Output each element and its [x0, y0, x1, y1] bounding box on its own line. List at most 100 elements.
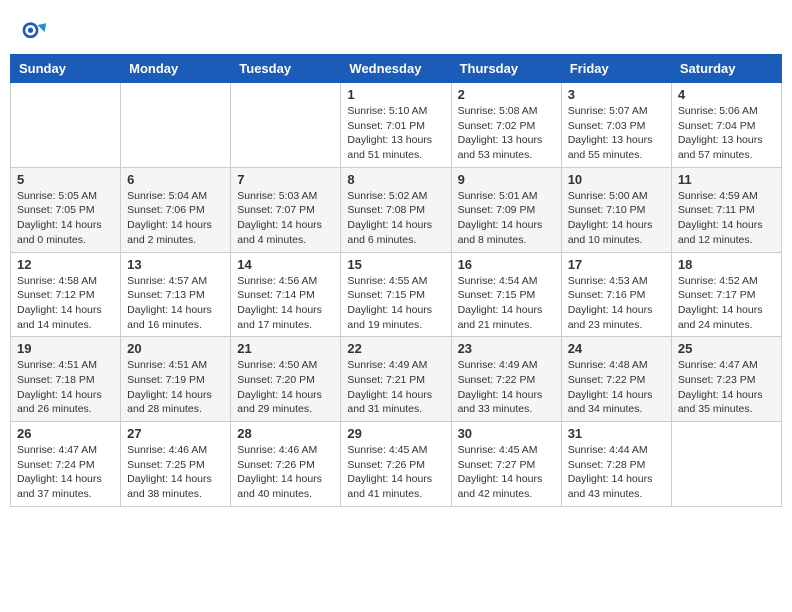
- calendar-cell: 23 Sunrise: 4:49 AMSunset: 7:22 PMDayligh…: [451, 337, 561, 422]
- day-info: Sunrise: 4:47 AMSunset: 7:23 PMDaylight:…: [678, 358, 775, 417]
- day-number: 3: [568, 87, 665, 102]
- calendar-cell: 20 Sunrise: 4:51 AMSunset: 7:19 PMDayligh…: [121, 337, 231, 422]
- day-number: 24: [568, 341, 665, 356]
- day-number: 29: [347, 426, 444, 441]
- day-info: Sunrise: 4:57 AMSunset: 7:13 PMDaylight:…: [127, 274, 224, 333]
- day-number: 19: [17, 341, 114, 356]
- day-number: 18: [678, 257, 775, 272]
- calendar-cell: [671, 422, 781, 507]
- day-number: 1: [347, 87, 444, 102]
- day-number: 15: [347, 257, 444, 272]
- day-info: Sunrise: 4:50 AMSunset: 7:20 PMDaylight:…: [237, 358, 334, 417]
- day-info: Sunrise: 5:00 AMSunset: 7:10 PMDaylight:…: [568, 189, 665, 248]
- day-number: 10: [568, 172, 665, 187]
- calendar-cell: 3 Sunrise: 5:07 AMSunset: 7:03 PMDaylight…: [561, 83, 671, 168]
- day-header-wednesday: Wednesday: [341, 55, 451, 83]
- week-row-5: 26 Sunrise: 4:47 AMSunset: 7:24 PMDayligh…: [11, 422, 782, 507]
- day-number: 8: [347, 172, 444, 187]
- calendar-table: SundayMondayTuesdayWednesdayThursdayFrid…: [10, 54, 782, 507]
- day-info: Sunrise: 4:49 AMSunset: 7:21 PMDaylight:…: [347, 358, 444, 417]
- day-number: 26: [17, 426, 114, 441]
- day-number: 23: [458, 341, 555, 356]
- calendar-cell: 14 Sunrise: 4:56 AMSunset: 7:14 PMDayligh…: [231, 252, 341, 337]
- day-info: Sunrise: 4:47 AMSunset: 7:24 PMDaylight:…: [17, 443, 114, 502]
- calendar-cell: 22Sunrise: 4:49 AMSunset: 7:21 PMDayligh…: [341, 337, 451, 422]
- calendar-cell: 8 Sunrise: 5:02 AMSunset: 7:08 PMDaylight…: [341, 167, 451, 252]
- day-number: 25: [678, 341, 775, 356]
- day-number: 13: [127, 257, 224, 272]
- calendar-cell: 1 Sunrise: 5:10 AMSunset: 7:01 PMDaylight…: [341, 83, 451, 168]
- calendar-cell: 18 Sunrise: 4:52 AMSunset: 7:17 PMDayligh…: [671, 252, 781, 337]
- calendar-cell: 29 Sunrise: 4:45 AMSunset: 7:26 PMDayligh…: [341, 422, 451, 507]
- day-number: 14: [237, 257, 334, 272]
- logo-icon: [20, 18, 48, 46]
- calendar-cell: 6Sunrise: 5:04 AMSunset: 7:06 PMDaylight…: [121, 167, 231, 252]
- day-info: Sunrise: 5:10 AMSunset: 7:01 PMDaylight:…: [347, 104, 444, 163]
- day-info: Sunrise: 5:03 AMSunset: 7:07 PMDaylight:…: [237, 189, 334, 248]
- day-number: 21: [237, 341, 334, 356]
- calendar-cell: 5 Sunrise: 5:05 AMSunset: 7:05 PMDaylight…: [11, 167, 121, 252]
- calendar-cell: 15 Sunrise: 4:55 AMSunset: 7:15 PMDayligh…: [341, 252, 451, 337]
- week-row-2: 5 Sunrise: 5:05 AMSunset: 7:05 PMDaylight…: [11, 167, 782, 252]
- calendar-cell: 31 Sunrise: 4:44 AMSunset: 7:28 PMDayligh…: [561, 422, 671, 507]
- calendar-cell: 17Sunrise: 4:53 AMSunset: 7:16 PMDayligh…: [561, 252, 671, 337]
- day-info: Sunrise: 4:49 AMSunset: 7:22 PMDaylight:…: [458, 358, 555, 417]
- day-info: Sunrise: 4:51 AMSunset: 7:19 PMDaylight:…: [127, 358, 224, 417]
- day-info: Sunrise: 4:46 AMSunset: 7:25 PMDaylight:…: [127, 443, 224, 502]
- day-info: Sunrise: 4:55 AMSunset: 7:15 PMDaylight:…: [347, 274, 444, 333]
- calendar-cell: 12Sunrise: 4:58 AMSunset: 7:12 PMDayligh…: [11, 252, 121, 337]
- calendar-cell: 13 Sunrise: 4:57 AMSunset: 7:13 PMDayligh…: [121, 252, 231, 337]
- day-info: Sunrise: 4:56 AMSunset: 7:14 PMDaylight:…: [237, 274, 334, 333]
- day-info: Sunrise: 4:48 AMSunset: 7:22 PMDaylight:…: [568, 358, 665, 417]
- day-number: 5: [17, 172, 114, 187]
- day-number: 31: [568, 426, 665, 441]
- week-row-3: 12Sunrise: 4:58 AMSunset: 7:12 PMDayligh…: [11, 252, 782, 337]
- day-number: 4: [678, 87, 775, 102]
- week-row-1: 1 Sunrise: 5:10 AMSunset: 7:01 PMDaylight…: [11, 83, 782, 168]
- day-number: 28: [237, 426, 334, 441]
- day-info: Sunrise: 5:08 AMSunset: 7:02 PMDaylight:…: [458, 104, 555, 163]
- calendar-cell: 21 Sunrise: 4:50 AMSunset: 7:20 PMDayligh…: [231, 337, 341, 422]
- day-number: 11: [678, 172, 775, 187]
- day-info: Sunrise: 4:54 AMSunset: 7:15 PMDaylight:…: [458, 274, 555, 333]
- calendar-cell: 9Sunrise: 5:01 AMSunset: 7:09 PMDaylight…: [451, 167, 561, 252]
- calendar-cell: 26 Sunrise: 4:47 AMSunset: 7:24 PMDayligh…: [11, 422, 121, 507]
- day-number: 2: [458, 87, 555, 102]
- calendar-cell: 11 Sunrise: 4:59 AMSunset: 7:11 PMDayligh…: [671, 167, 781, 252]
- day-number: 30: [458, 426, 555, 441]
- day-info: Sunrise: 5:07 AMSunset: 7:03 PMDaylight:…: [568, 104, 665, 163]
- logo: [20, 18, 52, 46]
- day-number: 7: [237, 172, 334, 187]
- day-info: Sunrise: 4:46 AMSunset: 7:26 PMDaylight:…: [237, 443, 334, 502]
- day-info: Sunrise: 4:59 AMSunset: 7:11 PMDaylight:…: [678, 189, 775, 248]
- day-info: Sunrise: 4:58 AMSunset: 7:12 PMDaylight:…: [17, 274, 114, 333]
- calendar-cell: [11, 83, 121, 168]
- header-row: SundayMondayTuesdayWednesdayThursdayFrid…: [11, 55, 782, 83]
- calendar-cell: 27 Sunrise: 4:46 AMSunset: 7:25 PMDayligh…: [121, 422, 231, 507]
- day-info: Sunrise: 4:51 AMSunset: 7:18 PMDaylight:…: [17, 358, 114, 417]
- day-number: 9: [458, 172, 555, 187]
- day-number: 20: [127, 341, 224, 356]
- day-number: 16: [458, 257, 555, 272]
- day-header-tuesday: Tuesday: [231, 55, 341, 83]
- calendar-cell: 4 Sunrise: 5:06 AMSunset: 7:04 PMDaylight…: [671, 83, 781, 168]
- day-info: Sunrise: 5:05 AMSunset: 7:05 PMDaylight:…: [17, 189, 114, 248]
- calendar-cell: 24 Sunrise: 4:48 AMSunset: 7:22 PMDayligh…: [561, 337, 671, 422]
- day-info: Sunrise: 5:02 AMSunset: 7:08 PMDaylight:…: [347, 189, 444, 248]
- calendar-cell: 2 Sunrise: 5:08 AMSunset: 7:02 PMDaylight…: [451, 83, 561, 168]
- day-info: Sunrise: 4:45 AMSunset: 7:27 PMDaylight:…: [458, 443, 555, 502]
- calendar-cell: 10 Sunrise: 5:00 AMSunset: 7:10 PMDayligh…: [561, 167, 671, 252]
- day-info: Sunrise: 4:52 AMSunset: 7:17 PMDaylight:…: [678, 274, 775, 333]
- day-info: Sunrise: 4:45 AMSunset: 7:26 PMDaylight:…: [347, 443, 444, 502]
- day-header-saturday: Saturday: [671, 55, 781, 83]
- day-header-thursday: Thursday: [451, 55, 561, 83]
- day-header-sunday: Sunday: [11, 55, 121, 83]
- day-info: Sunrise: 4:44 AMSunset: 7:28 PMDaylight:…: [568, 443, 665, 502]
- day-header-friday: Friday: [561, 55, 671, 83]
- day-number: 27: [127, 426, 224, 441]
- calendar-cell: 30 Sunrise: 4:45 AMSunset: 7:27 PMDayligh…: [451, 422, 561, 507]
- day-info: Sunrise: 4:53 AMSunset: 7:16 PMDaylight:…: [568, 274, 665, 333]
- day-info: Sunrise: 5:06 AMSunset: 7:04 PMDaylight:…: [678, 104, 775, 163]
- header: [10, 10, 782, 50]
- day-number: 6: [127, 172, 224, 187]
